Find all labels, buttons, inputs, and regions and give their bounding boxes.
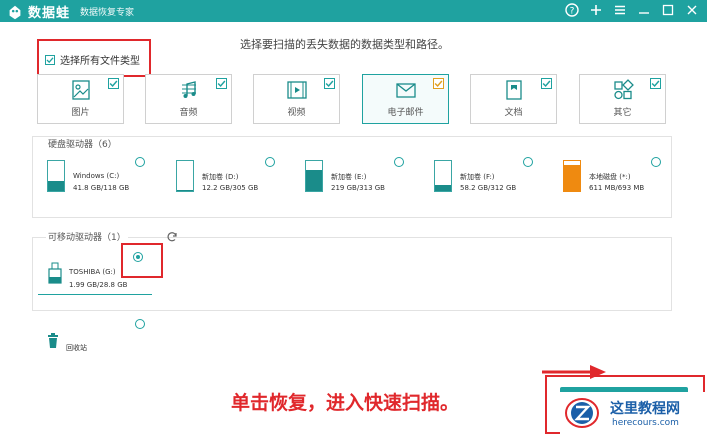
- watermark: 这里教程网 herecours.com: [560, 392, 705, 434]
- usb-drive-size: 1.99 GB/28.8 GB: [69, 281, 128, 289]
- type-card-document[interactable]: 文档: [470, 74, 557, 124]
- type-label: 视频: [287, 108, 306, 118]
- email-icon: [395, 83, 416, 98]
- type-card-audio[interactable]: 音频: [145, 74, 232, 124]
- app-name: 数据蛙: [28, 6, 71, 21]
- type-label: 其它: [613, 108, 632, 118]
- type-label: 音频: [179, 108, 198, 118]
- type-checkbox[interactable]: [433, 78, 444, 89]
- title-bar: 数据蛙 数据恢复专家 ?: [0, 0, 707, 22]
- app-subtitle: 数据恢复专家: [80, 8, 135, 18]
- menu-icon[interactable]: [611, 1, 629, 19]
- recycle-radio[interactable]: [135, 319, 145, 329]
- usb-radio-highlight: [121, 243, 163, 278]
- app-logo: 数据蛙 数据恢复专家: [6, 2, 134, 21]
- usb-drive-name[interactable]: TOSHIBA (G:): [69, 268, 116, 276]
- type-label: 图片: [71, 108, 90, 118]
- type-card-video[interactable]: 视频: [253, 74, 340, 124]
- drive-usage-bar: [47, 160, 65, 192]
- drive-name: 新加卷 (D:): [202, 173, 239, 181]
- drive-name: Windows (C:): [73, 172, 120, 180]
- checkbox-icon[interactable]: [45, 54, 55, 65]
- svg-text:?: ?: [570, 7, 575, 17]
- drive-size: 12.2 GB/305 GB: [202, 184, 259, 192]
- drive-size: 41.8 GB/118 GB: [73, 184, 130, 192]
- type-label: 文档: [504, 108, 523, 118]
- music-icon: [181, 81, 196, 98]
- drive-usage-bar: [563, 160, 581, 192]
- watermark-logo-icon: [565, 398, 599, 428]
- drive-name: 本地磁盘 (*:): [589, 173, 631, 181]
- drive-radio[interactable]: [523, 157, 533, 167]
- help-icon[interactable]: ?: [563, 1, 581, 19]
- arrow-icon: [542, 365, 606, 379]
- drive-radio[interactable]: [265, 157, 275, 167]
- drive-name: 新加卷 (F:): [460, 173, 495, 181]
- drive-usage-bar: [434, 160, 452, 192]
- usb-radio[interactable]: [133, 252, 143, 262]
- recycle-bin-label[interactable]: 回收站: [66, 343, 87, 353]
- drive-size: 58.2 GB/312 GB: [460, 184, 517, 192]
- document-icon: [505, 80, 522, 100]
- image-icon: [71, 80, 90, 100]
- type-label: 电子邮件: [387, 108, 424, 118]
- usb-selected-underline: [38, 294, 152, 295]
- minimize-icon[interactable]: [635, 1, 653, 19]
- other-icon: [613, 79, 634, 100]
- drive-name: 新加卷 (E:): [331, 173, 367, 181]
- type-card-email[interactable]: 电子邮件: [362, 74, 449, 124]
- recycle-bin-icon: [48, 333, 58, 348]
- annotation-text: 单击恢复，进入快速扫描。: [231, 392, 460, 414]
- instruction-text: 选择要扫描的丢失数据的数据类型和路径。: [240, 38, 449, 51]
- type-card-image[interactable]: 图片: [37, 74, 124, 124]
- close-icon[interactable]: [683, 1, 701, 19]
- drive-usage-bar: [305, 160, 323, 192]
- removable-section-title: 可移动驱动器（1）: [46, 230, 128, 243]
- usb-drive-icon: [48, 262, 62, 284]
- watermark-url: herecours.com: [612, 418, 679, 428]
- refresh-icon[interactable]: [166, 231, 178, 243]
- drive-size: 611 MB/693 MB: [589, 184, 645, 192]
- drive-radio[interactable]: [394, 157, 404, 167]
- drive-usage-bar: [176, 160, 194, 192]
- drive-size: 219 GB/313 GB: [331, 184, 385, 192]
- drive-radio[interactable]: [135, 157, 145, 167]
- type-checkbox[interactable]: [216, 78, 227, 89]
- type-checkbox[interactable]: [324, 78, 335, 89]
- drive-radio[interactable]: [651, 157, 661, 167]
- hard-drive-section-title: 硬盘驱动器（6）: [46, 137, 119, 150]
- type-card-other[interactable]: 其它: [579, 74, 666, 124]
- maximize-icon[interactable]: [659, 1, 677, 19]
- frog-logo-icon: [9, 5, 21, 19]
- video-icon: [286, 81, 307, 99]
- type-checkbox[interactable]: [108, 78, 119, 89]
- plus-icon[interactable]: [587, 1, 605, 19]
- type-checkbox[interactable]: [541, 78, 552, 89]
- type-checkbox[interactable]: [650, 78, 661, 89]
- select-all-checkbox[interactable]: 选择所有文件类型: [45, 52, 140, 67]
- select-all-label: 选择所有文件类型: [60, 56, 140, 67]
- watermark-title: 这里教程网: [610, 401, 680, 417]
